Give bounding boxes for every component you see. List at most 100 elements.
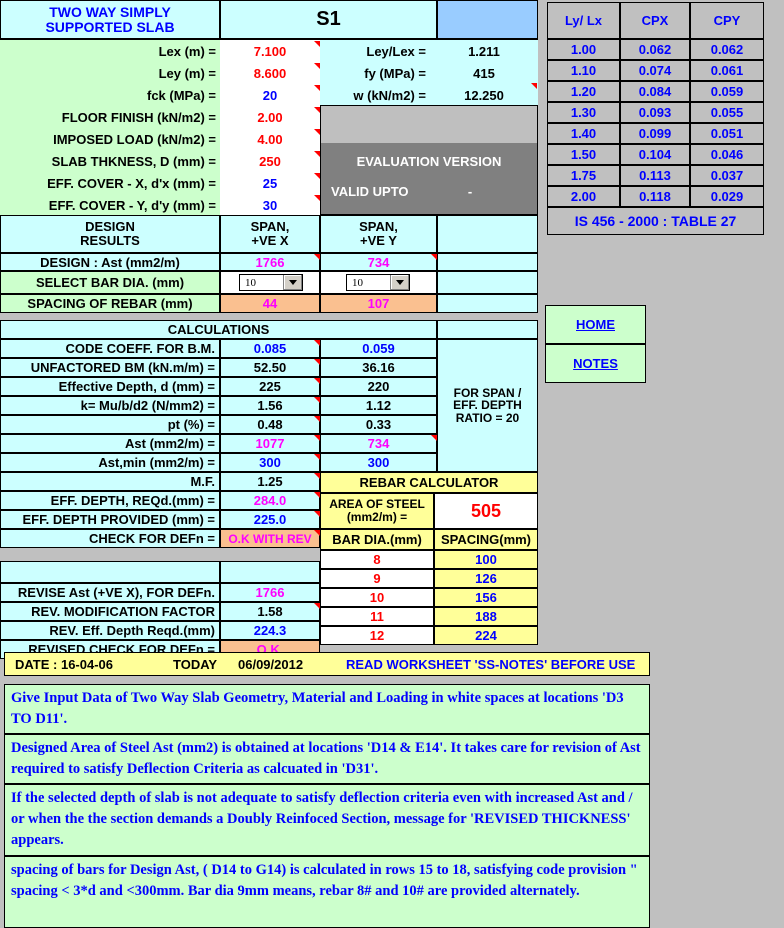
design-ast-label: DESIGN : Ast (mm2/m) (0, 253, 220, 271)
calc-value-x: 1.56 (220, 396, 320, 415)
calc-label: Effective Depth, d (mm) = (0, 377, 220, 396)
code-table-lylx: 1.75 (547, 165, 620, 186)
calc-label: Ast (mm2/m) = (0, 434, 220, 453)
code-table-cpy: 0.037 (690, 165, 764, 186)
input-label: EFF. COVER - X, d'x (mm) = (0, 172, 220, 194)
code-table-header-lylx: Ly/ Lx (547, 2, 620, 39)
rebar-spacing-value: 126 (434, 569, 538, 588)
calc-value-x: 0.48 (220, 415, 320, 434)
note-item: If the selected depth of slab is not ade… (4, 784, 650, 856)
rebar-dia-value: 11 (320, 607, 434, 626)
status-message: READ WORKSHEET 'SS-NOTES' BEFORE USE (346, 656, 636, 672)
deflection-revised-label: REV. Eff. Depth Reqd.(mm) (0, 621, 220, 640)
rebar-dia-value: 12 (320, 626, 434, 645)
design-results-title: DESIGN RESULTS (0, 215, 220, 253)
spacing-y-value: 107 (320, 294, 437, 313)
sheet-title-line1: TWO WAY SIMPLY (49, 3, 171, 20)
chevron-down-icon[interactable] (283, 275, 302, 290)
area-of-steel-label: AREA OF STEEL (mm2/m) = (320, 493, 434, 529)
code-table-lylx: 1.10 (547, 60, 620, 81)
status-today-label: TODAY (173, 656, 218, 672)
bar-dia-x-dropdown[interactable]: 10 (239, 274, 303, 291)
deflection-blank-label (0, 561, 220, 583)
notes-button-label: NOTES (573, 356, 618, 371)
rebar-spacing-value: 100 (434, 550, 538, 569)
design-col-y-line2: +VE Y (360, 233, 397, 248)
input-label: FLOOR FINISH (kN/m2) = (0, 106, 220, 128)
spacing-x-value: 44 (220, 294, 320, 313)
calc-value-y: 1.12 (320, 396, 437, 415)
calc-value-x: 225 (220, 377, 320, 396)
design-col-y-header: SPAN, +VE Y (320, 215, 437, 253)
input-field[interactable]: 7.100 (220, 40, 320, 62)
deflection-revised-value: 1766 (220, 583, 320, 602)
calc-value-y: 0.33 (320, 415, 437, 434)
input-field[interactable]: 2.00 (220, 106, 320, 128)
code-table-lylx: 1.30 (547, 102, 620, 123)
deflection-revised-label: REV. MODIFICATION FACTOR (0, 602, 220, 621)
design-col-x-line1: SPAN, (250, 219, 290, 235)
design-col-x-header: SPAN, +VE X (220, 215, 320, 253)
sheet-title-line2: SUPPORTED SLAB (45, 18, 175, 35)
chevron-down-icon[interactable] (390, 275, 409, 290)
calculations-title-filler (437, 320, 538, 339)
select-bar-dia-label: SELECT BAR DIA. (mm) (0, 271, 220, 294)
deflection-revised-label: REVISE Ast (+VE X), FOR DEFn. (0, 583, 220, 602)
calc-value-y: 220 (320, 377, 437, 396)
input-label: Lex (m) = (0, 40, 220, 62)
deflection-revised-value: 224.3 (220, 621, 320, 640)
deflection-label: CHECK FOR DEFn = (0, 529, 220, 548)
design-results-title-line2: RESULTS (80, 233, 140, 248)
derived-label: Ley/Lex = (320, 40, 430, 62)
deflection-label: EFF. DEPTH, REQd.(mm) = (0, 491, 220, 510)
status-date-label: DATE : 16-04-06 (15, 656, 114, 672)
input-label: IMPOSED LOAD (kN/m2) = (0, 128, 220, 150)
code-table-cpx: 0.093 (620, 102, 690, 123)
calculations-title: CALCULATIONS (0, 320, 437, 339)
calc-value-x: 52.50 (220, 358, 320, 377)
home-button[interactable]: HOME (545, 305, 646, 344)
code-table-lylx: 1.40 (547, 123, 620, 144)
bar-dia-y-dropdown[interactable]: 10 (346, 274, 410, 291)
code-table-cpy: 0.046 (690, 144, 764, 165)
spacing-rebar-label: SPACING OF REBAR (mm) (0, 294, 220, 313)
input-field[interactable]: 25 (220, 172, 320, 194)
rebar-spacing-value: 156 (434, 588, 538, 607)
code-table-lylx: 1.50 (547, 144, 620, 165)
derived-value: 1.211 (430, 40, 538, 62)
header-blue-filler (437, 0, 538, 39)
code-table-cpy: 0.029 (690, 186, 764, 207)
input-field[interactable]: 30 (220, 194, 320, 216)
note-item: spacing of bars for Design Ast, ( D14 to… (4, 856, 650, 928)
spreadsheet-canvas: TWO WAY SIMPLY SUPPORTED SLAB S1 Lex (m)… (0, 0, 784, 928)
input-field[interactable]: 8.600 (220, 62, 320, 84)
input-field[interactable]: 250 (220, 150, 320, 172)
design-ast-x-value: 1766 (220, 253, 320, 271)
input-field[interactable]: 20 (220, 84, 320, 106)
deflection-blank-value (220, 561, 320, 583)
notes-button[interactable]: NOTES (545, 344, 646, 383)
code-table-footer: IS 456 - 2000 : TABLE 27 (547, 207, 764, 235)
bar-dia-y-value: 10 (352, 276, 363, 289)
calc-label: k= Mu/b/d2 (N/mm2) = (0, 396, 220, 415)
deflection-label: EFF. DEPTH PROVIDED (mm) = (0, 510, 220, 529)
calc-label: Ast,min (mm2/m) = (0, 453, 220, 472)
evaluation-version-label: EVALUATION VERSION (356, 153, 502, 169)
input-label: fck (MPa) = (0, 84, 220, 106)
slab-id-cell[interactable]: S1 (220, 0, 437, 39)
calc-value-x: 300 (220, 453, 320, 472)
calc-label: pt (%) = (0, 415, 220, 434)
deflection-value: 1.25 (220, 472, 320, 491)
code-table-header-cpx: CPX (620, 2, 690, 39)
input-field[interactable]: 4.00 (220, 128, 320, 150)
rebar-dia-value: 10 (320, 588, 434, 607)
input-label: Ley (m) = (0, 62, 220, 84)
calc-value-x: 1077 (220, 434, 320, 453)
rebar-calculator-title: REBAR CALCULATOR (320, 472, 538, 493)
calc-value-x: 0.085 (220, 339, 320, 358)
span-depth-note-line2: EFF. DEPTH (453, 398, 522, 413)
area-of-steel-input[interactable]: 505 (434, 493, 538, 529)
code-table-header-cpy: CPY (690, 2, 764, 39)
calc-value-y: 36.16 (320, 358, 437, 377)
rebar-col-dia-header: BAR DIA.(mm) (320, 529, 434, 550)
